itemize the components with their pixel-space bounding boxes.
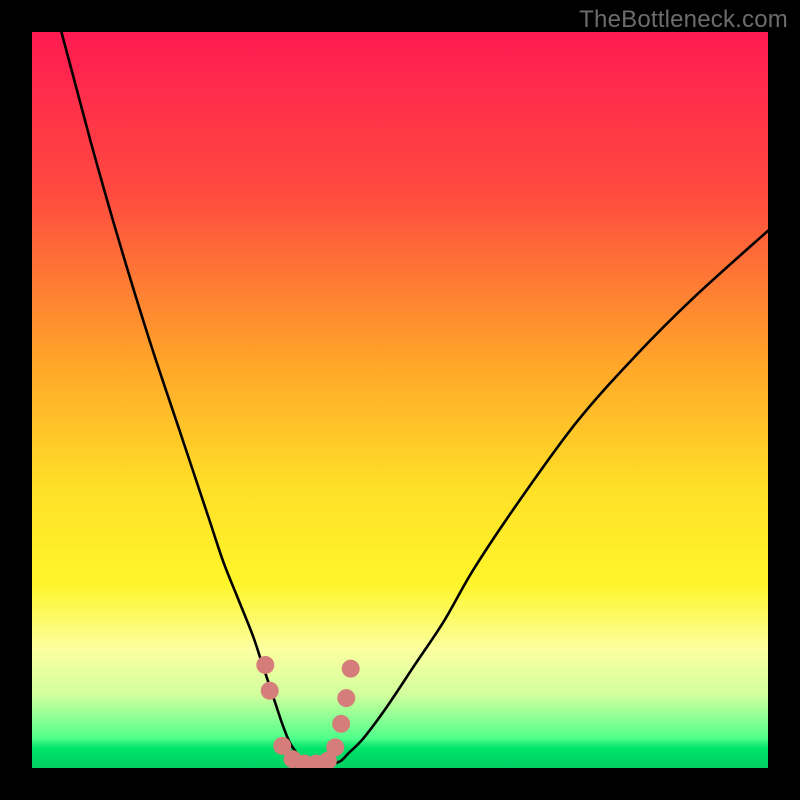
bottleneck-curve — [32, 32, 768, 764]
plot-area — [32, 32, 768, 768]
marker-dot — [337, 689, 355, 707]
curve-layer — [32, 32, 768, 768]
marker-group — [256, 656, 359, 768]
marker-dot — [261, 682, 279, 700]
watermark-text: TheBottleneck.com — [579, 6, 788, 34]
marker-dot — [326, 738, 344, 756]
marker-dot — [342, 660, 360, 678]
marker-dot — [332, 715, 350, 733]
chart-frame: TheBottleneck.com — [0, 0, 800, 800]
marker-dot — [256, 656, 274, 674]
